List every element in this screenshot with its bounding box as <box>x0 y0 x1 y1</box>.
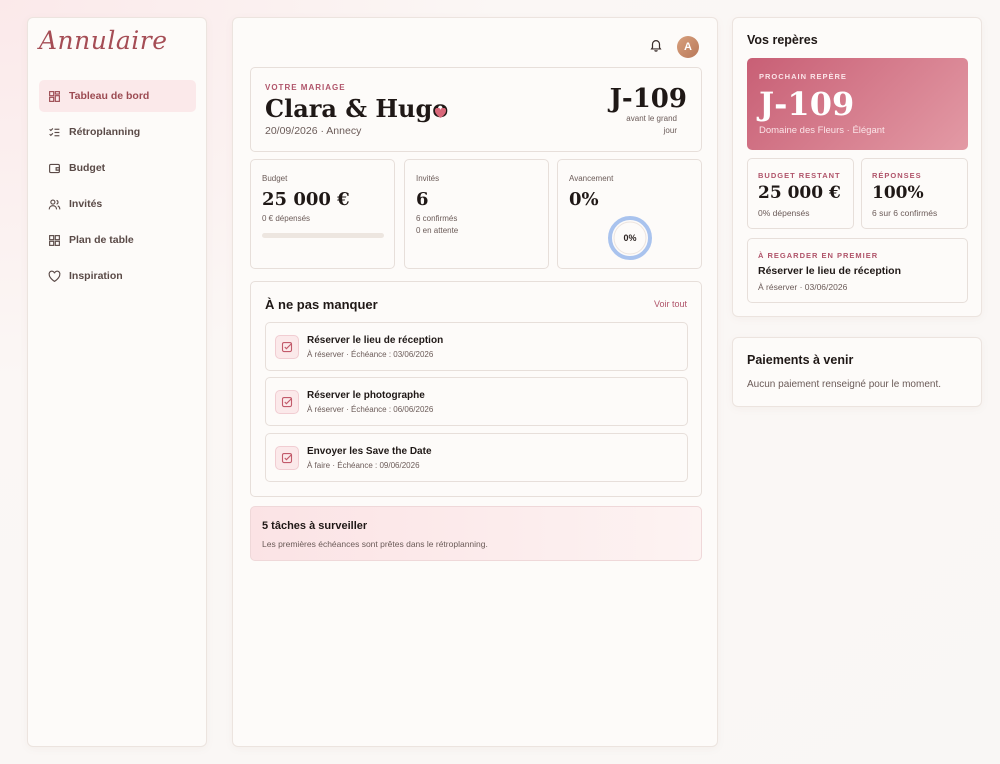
grid-icon <box>49 234 60 246</box>
see-all-link[interactable]: Voir tout <box>654 299 687 309</box>
task-meta: À réserver · Échéance : 03/06/2026 <box>307 350 434 359</box>
budget-stat-card[interactable]: Budget 25 000 € 0 € dépensés <box>250 159 395 269</box>
mini-eyebrow: BUDGET RESTANT <box>758 171 841 180</box>
landmarks-panel: Vos repères PROCHAIN REPÈRE J-109 Domain… <box>732 17 982 317</box>
sidebar-nav: Tableau de bord Rétroplanning Budget Inv… <box>39 80 196 296</box>
countdown: J-109 <box>609 84 687 114</box>
task-item[interactable]: Envoyer les Save the Date À faire · Éché… <box>265 433 688 482</box>
dashboard-icon <box>49 90 60 102</box>
first-eyebrow: À REGARDER EN PREMIER <box>758 251 879 260</box>
wallet-icon <box>49 163 60 173</box>
alert-title: 5 tâches à surveiller <box>262 520 368 532</box>
sidebar-item-label: Budget <box>69 162 106 174</box>
first-title: Réserver le lieu de réception <box>758 265 901 277</box>
bell-icon[interactable] <box>649 38 663 57</box>
mini-value: 100% <box>872 183 924 203</box>
app-logo[interactable]: Annulaire <box>39 26 168 55</box>
checkbox-icon[interactable] <box>275 335 299 359</box>
section-title: Vos repères <box>747 33 818 47</box>
sidebar-item-label: Rétroplanning <box>69 126 141 138</box>
countdown-subtitle: avant le grand jour <box>626 114 677 135</box>
users-icon <box>48 198 61 209</box>
first-meta: À réserver · 03/06/2026 <box>758 282 848 292</box>
payments-panel: Paiements à venir Aucun paiement renseig… <box>732 337 982 407</box>
checklist-icon <box>49 127 60 136</box>
task-title: Envoyer les Save the Date <box>307 446 432 457</box>
next-milestone-card[interactable]: PROCHAIN REPÈRE J-109 Domaine des Fleurs… <box>747 58 968 150</box>
stat-value: 6 <box>416 189 429 210</box>
replies-card[interactable]: RÉPONSES 100% 6 sur 6 confirmés <box>861 158 968 229</box>
sidebar: Annulaire Tableau de bord Rétroplanning … <box>27 17 207 747</box>
budget-left-card[interactable]: BUDGET RESTANT 25 000 € 0% dépensés <box>747 158 854 229</box>
alert-text: Les premières échéances sont prêtes dans… <box>262 539 488 549</box>
sidebar-item-budget[interactable]: Budget <box>39 152 196 184</box>
progress-ring-label: 0% <box>623 233 637 243</box>
task-item[interactable]: Réserver le lieu de réception À réserver… <box>265 322 688 371</box>
mini-eyebrow: RÉPONSES <box>872 171 922 180</box>
next-countdown: J-109 <box>759 85 855 123</box>
stat-sub: 0 € dépensés <box>262 214 311 223</box>
task-meta: À faire · Échéance : 09/06/2026 <box>307 461 420 470</box>
sidebar-item-label: Plan de table <box>69 234 134 246</box>
todo-card: À ne pas manquer Voir tout Réserver le l… <box>250 281 702 497</box>
task-item[interactable]: Réserver le photographe À réserver · Éch… <box>265 377 688 426</box>
next-eyebrow: PROCHAIN REPÈRE <box>759 72 847 81</box>
stat-label: Avancement <box>569 174 614 183</box>
stat-label: Invités <box>416 174 440 183</box>
stat-value: 25 000 € <box>262 189 350 210</box>
sidebar-item-guests[interactable]: Invités <box>39 188 196 220</box>
mini-value: 25 000 € <box>758 183 841 203</box>
sidebar-item-label: Tableau de bord <box>69 90 150 102</box>
stat-value: 0% <box>569 189 599 210</box>
main-panel: A VOTRE MARIAGE Clara & Hugo 20/09/2026 … <box>232 17 718 747</box>
first-priority-card[interactable]: À REGARDER EN PREMIER Réserver le lieu d… <box>747 238 968 303</box>
wedding-date-place: 20/09/2026 · Annecy <box>265 125 362 137</box>
section-title: À ne pas manquer <box>265 297 378 312</box>
next-venue: Domaine des Fleurs · Élégant <box>759 125 885 136</box>
sidebar-item-retroplanning[interactable]: Rétroplanning <box>39 116 196 148</box>
task-title: Réserver le photographe <box>307 390 425 401</box>
task-meta: À réserver · Échéance : 06/06/2026 <box>307 405 434 414</box>
section-title: Paiements à venir <box>747 353 854 367</box>
sidebar-item-label: Inspiration <box>69 270 123 282</box>
budget-progress-bar <box>262 233 384 238</box>
couple-names: Clara & Hugo <box>265 94 449 123</box>
sidebar-item-inspiration[interactable]: Inspiration <box>39 260 196 292</box>
sidebar-item-table-plan[interactable]: Plan de table <box>39 224 196 256</box>
wedding-eyebrow: VOTRE MARIAGE <box>265 83 346 92</box>
heart-icon <box>48 270 61 282</box>
guests-confirmed: 6 confirmés <box>416 214 458 223</box>
avatar[interactable]: A <box>677 36 699 58</box>
checkbox-icon[interactable] <box>275 446 299 470</box>
guests-stat-card[interactable]: Invités 6 6 confirmés 0 en attente <box>404 159 549 269</box>
stat-sub: 6 confirmés 0 en attente <box>416 213 458 237</box>
mini-sub: 0% dépensés <box>758 208 810 218</box>
stat-label: Budget <box>262 174 288 183</box>
tasks-alert-banner[interactable]: 5 tâches à surveiller Les premières éché… <box>250 506 702 561</box>
wedding-card: VOTRE MARIAGE Clara & Hugo 20/09/2026 · … <box>250 67 702 152</box>
sidebar-item-dashboard[interactable]: Tableau de bord <box>39 80 196 112</box>
checkbox-icon[interactable] <box>275 390 299 414</box>
task-title: Réserver le lieu de réception <box>307 335 444 346</box>
mini-sub: 6 sur 6 confirmés <box>872 208 938 218</box>
progress-stat-card[interactable]: Avancement 0% 0% <box>557 159 702 269</box>
guests-pending: 0 en attente <box>416 226 459 235</box>
payments-empty-text: Aucun paiement renseigné pour le moment. <box>747 379 942 390</box>
header-actions: A <box>649 36 699 58</box>
heart-icon <box>435 108 446 118</box>
sidebar-item-label: Invités <box>69 198 103 210</box>
